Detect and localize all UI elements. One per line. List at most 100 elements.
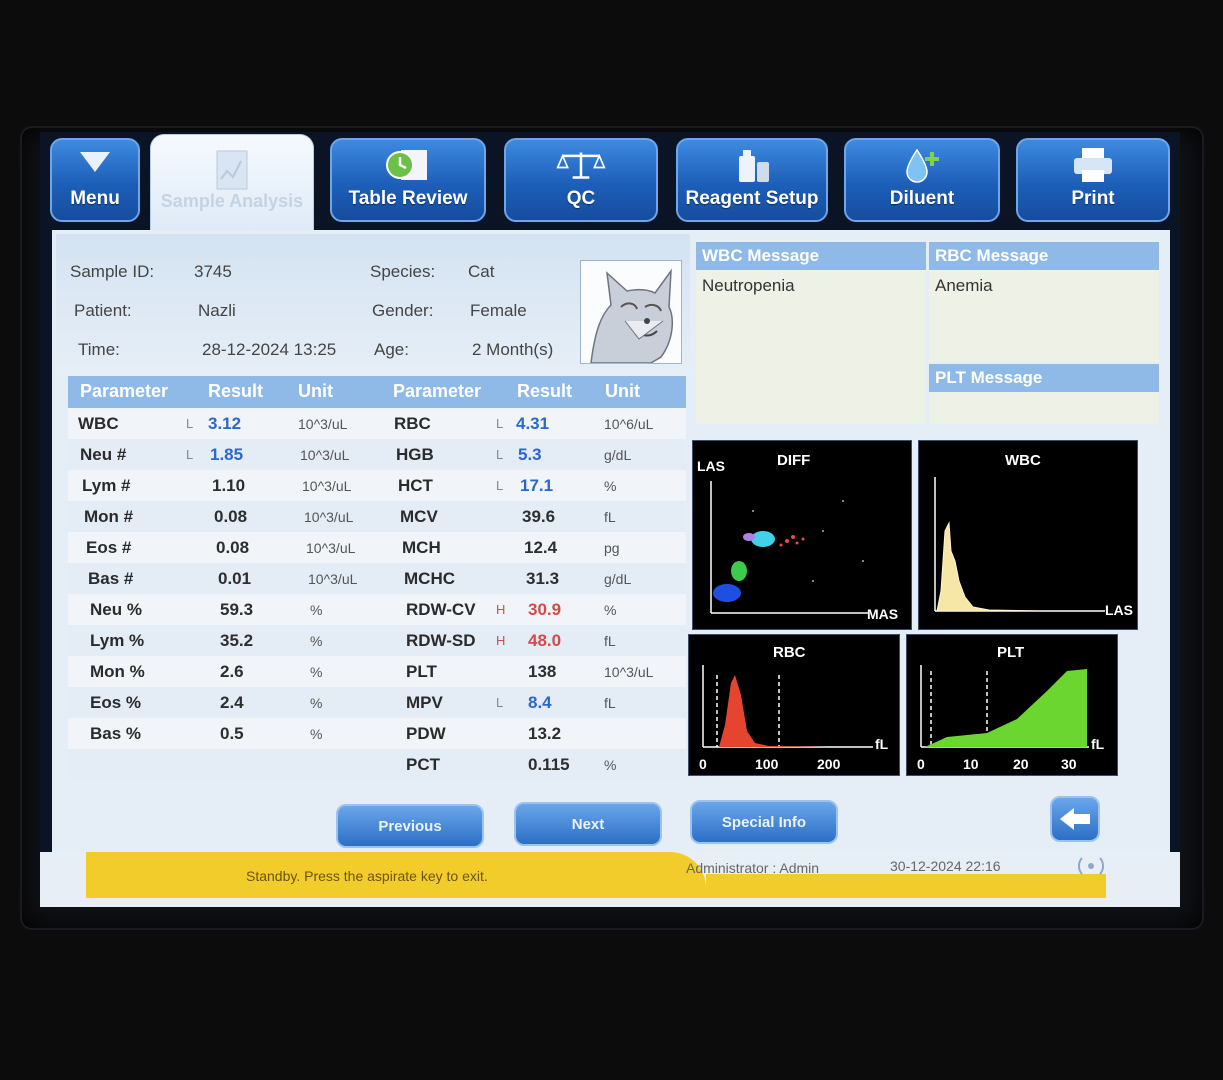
time-label: Time:: [78, 340, 120, 359]
parameter-name: MCH: [402, 538, 441, 557]
print-label: Print: [1071, 188, 1115, 209]
table-row: Eos # 0.08 10^3/uL MCH 12.4 pg: [68, 532, 686, 564]
tab-sample-analysis[interactable]: Sample Analysis: [150, 134, 314, 244]
table-row: PCT 0.115%: [68, 749, 686, 781]
result-value: 0.01: [218, 569, 252, 588]
result-value: 0.5: [220, 724, 244, 743]
result-value: 1.85: [210, 445, 244, 464]
rbc-tick-0: 0: [699, 756, 707, 772]
parameter-name: Mon %: [90, 662, 145, 681]
result-value: 138: [528, 662, 557, 681]
parameter-name: PLT: [406, 662, 437, 681]
diff-x-label: MAS: [867, 606, 898, 622]
result-value: 5.3: [518, 445, 542, 464]
chart-document-icon: [216, 150, 248, 190]
rbc-message-text: Anemia: [929, 270, 1159, 362]
result-flag: L: [496, 416, 504, 431]
result-unit: 10^3/uL: [304, 509, 354, 525]
print-button[interactable]: Print: [1016, 138, 1170, 222]
parameter-name: HCT: [398, 476, 433, 495]
next-button[interactable]: Next: [514, 802, 662, 846]
network-signal-icon: [1078, 857, 1104, 875]
patient-label: Patient:: [74, 301, 132, 320]
result-flag: H: [496, 602, 506, 617]
table-row: Neu # L 1.85 10^3/uL HGB L 5.3 g/dL: [68, 439, 686, 471]
wbc-title: WBC: [1005, 452, 1041, 469]
result-value: 0.08: [216, 538, 250, 557]
result-flag: L: [186, 416, 194, 431]
parameter-name: Lym %: [90, 631, 145, 650]
wbc-message-header: WBC Message: [696, 242, 926, 270]
table-row: Neu % 59.3% RDW-CV H 30.9%: [68, 594, 686, 626]
result-value: 2.4: [220, 693, 244, 712]
wbc-histogram: WBC LAS: [918, 440, 1138, 630]
qc-button[interactable]: QC: [504, 138, 658, 222]
plt-message-text: [929, 392, 1159, 424]
plt-tick-20: 20: [1013, 756, 1029, 772]
result-unit: 10^3/uL: [298, 416, 348, 432]
menu-button[interactable]: Menu: [50, 138, 140, 222]
sample-id-value: 3745: [194, 262, 232, 281]
previous-button[interactable]: Previous: [336, 804, 484, 848]
parameter-name: WBC: [78, 414, 119, 433]
plt-unit: fL: [1091, 736, 1105, 752]
parameter-name: MCHC: [404, 569, 455, 588]
result-unit: 10^3/uL: [302, 478, 352, 494]
rbc-message-header: RBC Message: [929, 242, 1159, 270]
result-unit: %: [310, 695, 323, 711]
user-label: Administrator : Admin: [686, 860, 820, 876]
diluent-button[interactable]: Diluent: [844, 138, 1000, 222]
parameter-name: RDW-CV: [406, 600, 476, 619]
parameter-name: Neu %: [90, 600, 142, 619]
header-parameter-left: Parameter: [80, 381, 169, 401]
result-flag: L: [496, 447, 504, 462]
diff-scattergram: DIFF LAS MAS: [692, 440, 912, 630]
result-value: 59.3: [220, 600, 254, 619]
diff-title: DIFF: [777, 452, 810, 469]
result-unit: fL: [604, 509, 616, 525]
table-row: Lym % 35.2% RDW-SD H 48.0 fL: [68, 625, 686, 657]
result-unit: 10^3/uL: [300, 447, 350, 463]
result-value: 2.6: [220, 662, 244, 681]
diluent-label: Diluent: [889, 188, 955, 209]
result-unit: %: [604, 478, 617, 494]
table-row: Lym # 1.10 10^3/uL HCT L 17.1%: [68, 470, 686, 502]
header-parameter-right: Parameter: [393, 381, 482, 401]
special-info-button[interactable]: Special Info: [690, 800, 838, 844]
table-row: Mon # 0.08 10^3/uL MCV 39.6 fL: [68, 501, 686, 533]
plt-histogram: PLT fL 0 10 20 30: [906, 634, 1118, 776]
table-review-button[interactable]: Table Review: [330, 138, 486, 222]
status-bar: Standby. Press the aspirate key to exit.: [86, 852, 706, 898]
result-unit: 10^6/uL: [604, 416, 654, 432]
arrow-left-icon: [1060, 808, 1090, 830]
parameter-name: Bas %: [90, 724, 142, 743]
result-value: 35.2: [220, 631, 254, 650]
time-value: 28-12-2024 13:25: [202, 340, 337, 359]
parameter-name: MCV: [400, 507, 438, 526]
parameter-name: Eos %: [90, 693, 142, 712]
result-unit: pg: [604, 540, 620, 556]
parameter-name: Lym #: [82, 476, 131, 495]
scale-icon: [556, 152, 606, 179]
patient-value: Nazli: [198, 301, 236, 320]
species-value: Cat: [468, 262, 495, 281]
table-row: WBC L 3.12 10^3/uL RBC L 4.31 10^6/uL: [68, 408, 686, 440]
header-unit-left: Unit: [298, 381, 333, 401]
plt-tick-30: 30: [1061, 756, 1077, 772]
parameter-name: Neu #: [80, 445, 127, 464]
plt-tick-0: 0: [917, 756, 925, 772]
result-value: 31.3: [526, 569, 560, 588]
result-flag: L: [186, 447, 194, 462]
rbc-tick-100: 100: [755, 756, 779, 772]
rbc-histogram: RBC fL 0 100 200: [688, 634, 900, 776]
reagent-setup-button[interactable]: Reagent Setup: [676, 138, 828, 222]
reagent-setup-label: Reagent Setup: [685, 188, 819, 209]
patient-info: Sample ID: 3745 Patient: Nazli Time: 28-…: [56, 234, 690, 374]
plt-message-header: PLT Message: [929, 364, 1159, 392]
result-value: 17.1: [520, 476, 554, 495]
header-result-left: Result: [208, 381, 264, 401]
sample-id-label: Sample ID:: [70, 262, 155, 281]
clock-document-icon: [386, 150, 427, 180]
result-value: 48.0: [528, 631, 562, 650]
back-button[interactable]: [1050, 796, 1100, 842]
